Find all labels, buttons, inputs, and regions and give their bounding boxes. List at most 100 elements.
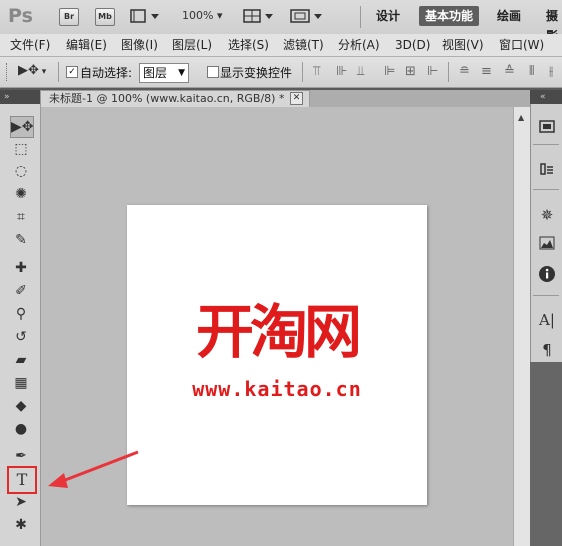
document-canvas[interactable]: 开淘网 www.kaitao.cn bbox=[127, 205, 427, 505]
blur-tool-icon: ◆ bbox=[15, 398, 27, 414]
menu-select[interactable]: 选择(S) bbox=[228, 37, 269, 53]
menu-view[interactable]: 视图(V) bbox=[442, 37, 484, 53]
chevron-down-icon: ▾ bbox=[213, 9, 223, 22]
marquee-tool-icon: ⬚ bbox=[14, 141, 28, 157]
shape-tool[interactable]: ✱ bbox=[10, 515, 32, 535]
menu-layer[interactable]: 图层(L) bbox=[172, 37, 212, 53]
auto-select-target-select[interactable]: 图层 ▼ bbox=[139, 63, 189, 83]
show-transform-controls-checkbox[interactable] bbox=[207, 66, 219, 78]
crop-tool[interactable]: ⌗ bbox=[10, 207, 32, 227]
type-tool[interactable]: T bbox=[7, 466, 37, 494]
divider bbox=[360, 6, 361, 28]
zoom-level-dropdown[interactable]: 100% ▾ bbox=[182, 8, 222, 24]
brush-tool[interactable]: ✐ bbox=[10, 281, 32, 301]
shape-tool-icon: ✱ bbox=[15, 517, 27, 533]
gradient-tool[interactable]: ▦ bbox=[10, 373, 32, 393]
distribute-top-edges-icon[interactable]: ≘ bbox=[459, 65, 470, 79]
launch-minibridge-button[interactable]: Mb bbox=[95, 8, 115, 26]
divider bbox=[302, 62, 303, 82]
auto-select-checkbox[interactable]: ✓ bbox=[66, 66, 78, 78]
histogram-panel-icon[interactable] bbox=[537, 235, 557, 255]
menu-edit[interactable]: 编辑(E) bbox=[66, 37, 107, 53]
menu-file[interactable]: 文件(F) bbox=[10, 37, 50, 53]
panel-dock-empty-area bbox=[530, 362, 562, 546]
canvas-url-text[interactable]: www.kaitao.cn bbox=[127, 377, 427, 401]
navigator-panel-icon[interactable]: ✵ bbox=[537, 205, 557, 225]
workspace-essentials[interactable]: 基本功能 bbox=[419, 6, 480, 26]
pen-tool[interactable]: ✒ bbox=[10, 446, 32, 466]
chevron-down-icon: ▼ bbox=[178, 68, 185, 78]
paragraph-panel-icon[interactable]: ¶ bbox=[537, 340, 557, 360]
character-panel-icon[interactable]: A| bbox=[537, 310, 557, 330]
annotation-arrow bbox=[48, 450, 139, 488]
align-horizontal-centers-icon[interactable]: ⊞ bbox=[405, 65, 416, 79]
dodge-tool[interactable]: ● bbox=[10, 419, 32, 439]
menu-bar: 文件(F) 编辑(E) 图像(I) 图层(L) 选择(S) 滤镜(T) 分析(A… bbox=[0, 34, 562, 57]
tool-preset-picker[interactable]: ▶✥ ▾ bbox=[18, 63, 46, 78]
divider bbox=[533, 144, 559, 145]
distribute-horizontal-centers-icon[interactable]: ⫲ bbox=[549, 65, 553, 79]
crop-tool-icon: ⌗ bbox=[17, 209, 25, 225]
history-brush-tool[interactable]: ↺ bbox=[10, 327, 32, 347]
quick-select-tool-icon: ✺ bbox=[15, 186, 27, 202]
history-panel-icon[interactable] bbox=[537, 161, 557, 181]
menu-window[interactable]: 窗口(W) bbox=[499, 37, 544, 53]
healing-brush-tool-icon: ✚ bbox=[15, 260, 27, 276]
clone-stamp-tool[interactable]: ⚲ bbox=[10, 304, 32, 324]
options-grip[interactable] bbox=[6, 63, 9, 81]
document-tab-title: 未标题-1 @ 100% (www.kaitao.cn, RGB/8) * bbox=[49, 92, 285, 105]
move-tool[interactable]: ▶✥ bbox=[10, 116, 34, 138]
vertical-scrollbar[interactable]: ▲ bbox=[513, 107, 531, 546]
distribute-vertical-centers-icon[interactable]: ≡ bbox=[481, 65, 492, 79]
history-brush-tool-icon: ↺ bbox=[15, 329, 27, 345]
menu-analysis[interactable]: 分析(A) bbox=[338, 37, 380, 53]
expand-panels-icon[interactable]: « bbox=[540, 90, 546, 104]
launch-bridge-button[interactable]: Br bbox=[59, 8, 79, 26]
brush-tool-icon: ✐ bbox=[15, 283, 27, 299]
eyedropper-tool[interactable]: ✎ bbox=[10, 230, 32, 250]
align-right-edges-icon[interactable]: ⊩ bbox=[427, 65, 438, 79]
layers-panel-icon[interactable] bbox=[537, 118, 557, 138]
distribute-bottom-edges-icon[interactable]: ≙ bbox=[504, 65, 515, 79]
menu-image[interactable]: 图像(I) bbox=[121, 37, 158, 53]
lasso-tool[interactable]: ◌ bbox=[10, 161, 32, 181]
align-vertical-centers-icon[interactable]: ⊪ bbox=[336, 65, 347, 79]
eraser-tool[interactable]: ▰ bbox=[10, 350, 32, 370]
quick-select-tool[interactable]: ✺ bbox=[10, 184, 32, 204]
align-left-edges-icon[interactable]: ⊫ bbox=[384, 65, 395, 79]
tools-panel-header[interactable]: » bbox=[0, 90, 40, 104]
distribute-left-edges-icon[interactable]: ⫴ bbox=[529, 65, 534, 79]
workspace-design[interactable]: 设计 bbox=[370, 6, 406, 26]
close-icon[interactable]: ✕ bbox=[290, 92, 303, 105]
align-bottom-edges-icon[interactable]: ⫫ bbox=[357, 65, 364, 79]
lasso-tool-icon: ◌ bbox=[14, 163, 28, 179]
screen-mode-button[interactable] bbox=[290, 8, 324, 24]
clone-stamp-tool-icon: ⚲ bbox=[15, 306, 27, 322]
scroll-up-icon[interactable]: ▲ bbox=[518, 113, 524, 122]
menu-filter[interactable]: 滤镜(T) bbox=[283, 37, 324, 53]
info-panel-icon[interactable] bbox=[537, 265, 557, 285]
arrange-documents-icon bbox=[243, 9, 273, 23]
pen-tool-icon: ✒ bbox=[15, 448, 27, 464]
document-tab[interactable]: 未标题-1 @ 100% (www.kaitao.cn, RGB/8) * ✕ bbox=[40, 90, 310, 107]
blur-tool[interactable]: ◆ bbox=[10, 396, 32, 416]
divider bbox=[448, 62, 449, 82]
screen-mode-icon bbox=[290, 9, 322, 23]
align-top-edges-icon[interactable]: ⫪ bbox=[313, 65, 320, 79]
divider bbox=[533, 189, 559, 190]
menu-3d[interactable]: 3D(D) bbox=[395, 37, 430, 53]
collapse-panel-icon[interactable]: » bbox=[4, 90, 10, 104]
workspace-photography[interactable]: 摄影 bbox=[540, 6, 562, 43]
path-select-tool[interactable]: ➤ bbox=[10, 492, 32, 512]
canvas-title-text[interactable]: 开淘网 bbox=[127, 285, 427, 369]
healing-brush-tool[interactable]: ✚ bbox=[10, 258, 32, 278]
path-select-tool-icon: ➤ bbox=[15, 494, 27, 510]
arrange-documents-button[interactable] bbox=[243, 8, 275, 24]
panel-dock-header[interactable]: « bbox=[530, 90, 562, 104]
view-extras-button[interactable] bbox=[130, 8, 160, 24]
workspace-painting[interactable]: 绘画 bbox=[491, 6, 527, 26]
eraser-tool-icon: ▰ bbox=[15, 352, 27, 368]
marquee-tool[interactable]: ⬚ bbox=[10, 139, 32, 159]
divider bbox=[533, 295, 559, 296]
dodge-tool-icon: ● bbox=[14, 421, 28, 437]
